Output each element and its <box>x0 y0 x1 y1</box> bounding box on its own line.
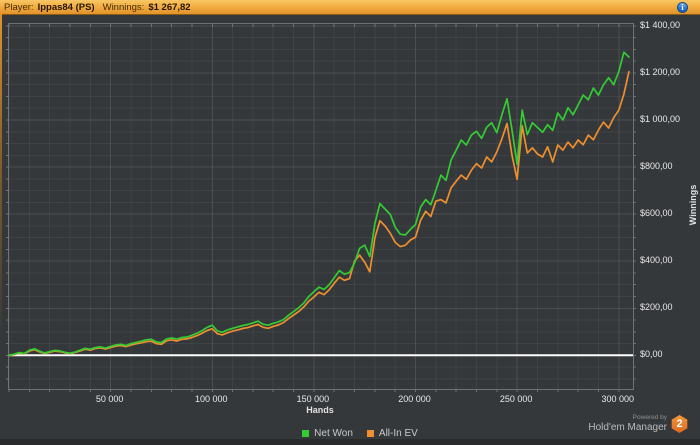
y-tick-label: $800,00 <box>640 161 673 172</box>
y-tick-label: $600,00 <box>640 208 673 219</box>
y-tick-label: $200,00 <box>640 302 673 313</box>
x-axis-title: Hands <box>306 405 334 415</box>
legend-item: Net Won <box>302 428 353 439</box>
bottom-strip <box>0 439 700 445</box>
legend-swatch-icon <box>302 429 310 437</box>
winnings-label: Winnings: <box>102 1 145 13</box>
y-tick-label: $0,00 <box>640 349 663 360</box>
legend-swatch-icon <box>366 429 374 437</box>
x-tick-label: 300 000 <box>601 394 635 404</box>
player-label: Player: <box>4 1 34 13</box>
x-tick-label: 250 000 <box>499 394 533 404</box>
y-tick-label: $1 000,00 <box>640 114 681 124</box>
legend-label: All-In EV <box>378 427 418 439</box>
brand-label: Hold'em Manager <box>588 422 667 433</box>
player-name: Ippas84 (PS) <box>37 1 95 13</box>
x-tick-label: 200 000 <box>398 394 431 404</box>
legend-label: Net Won <box>314 427 353 439</box>
legend-item: All-In EV <box>366 427 418 439</box>
hm2-badge-icon: 2 <box>671 415 688 433</box>
title-bar: Player: Ippas84 (PS) Winnings: $1 267,82… <box>0 0 700 15</box>
y-tick-label: $1 200,00 <box>640 66 681 77</box>
winnings-value: $1 267,82 <box>148 1 191 13</box>
window-left-edge <box>0 14 2 394</box>
x-tick-label: 50 000 <box>95 394 124 404</box>
y-axis-title: Winnings <box>688 184 698 226</box>
powered-by-label: Powered by <box>632 414 667 421</box>
y-tick-label: $400,00 <box>640 255 673 266</box>
x-tick-label: 150 000 <box>296 394 330 404</box>
info-icon[interactable]: i <box>677 2 688 13</box>
chart-panel <box>6 23 636 392</box>
x-tick-label: 100 000 <box>194 394 228 404</box>
y-tick-label: $1 400,00 <box>640 19 681 30</box>
winnings-chart <box>6 24 636 392</box>
brand-mark: Powered by Hold'em Manager 2 <box>588 414 688 433</box>
